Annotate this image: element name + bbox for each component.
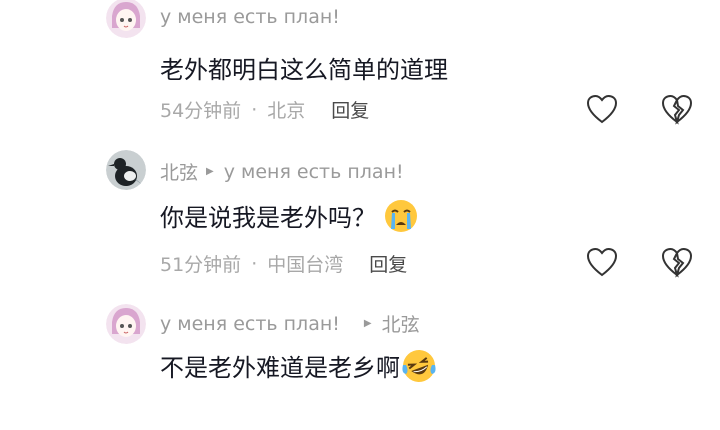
broken-heart-icon[interactable] — [660, 246, 694, 280]
comment-meta: 54分钟前 · 北京 回复 — [160, 96, 369, 123]
comment-item: 北弦 ▶ у меня есть план! 你是说我是老外吗？ 51分钟前 ·… — [0, 150, 720, 280]
comment-header: 北弦 ▶ у меня есть план! — [160, 158, 404, 185]
timestamp: 54分钟前 — [160, 100, 242, 122]
username[interactable]: у меня есть план! — [160, 6, 340, 28]
comment-text-content: 老外都明白这么简单的道理 — [160, 56, 448, 84]
separator-dot: · — [251, 252, 258, 275]
reply-button[interactable]: 回复 — [331, 96, 369, 123]
comment-text-content: 不是老外难道是老乡啊 — [160, 354, 400, 382]
comment-text: 不是老外难道是老乡啊 — [160, 348, 436, 383]
reply-arrow-icon: ▶ — [206, 166, 214, 177]
username[interactable]: 北弦 — [160, 158, 198, 185]
heart-outline-icon[interactable] — [585, 93, 619, 127]
comment-text-content: 你是说我是老外吗？ — [160, 204, 376, 232]
reply-to-username[interactable]: у меня есть план! — [224, 161, 404, 183]
reply-arrow-icon: ▶ — [363, 318, 372, 329]
avatar[interactable] — [106, 150, 146, 190]
comment-header: у меня есть план! ▶ 北弦 — [160, 310, 420, 337]
crying-face-icon — [384, 199, 418, 233]
location: 北京 — [267, 100, 306, 122]
comment-header: у меня есть план! — [160, 6, 340, 28]
timestamp: 51分钟前 — [160, 254, 242, 276]
laughing-tears-face-icon — [402, 349, 436, 383]
avatar[interactable] — [106, 0, 146, 38]
location: 中国台湾 — [267, 254, 344, 276]
comment-text: 你是说我是老外吗？ — [160, 198, 418, 233]
comment-meta: 51分钟前 · 中国台湾 回复 — [160, 250, 407, 277]
avatar[interactable] — [106, 304, 146, 344]
reply-to-username[interactable]: 北弦 — [382, 310, 420, 337]
username[interactable]: у меня есть план! — [160, 313, 340, 335]
reply-button[interactable]: 回复 — [369, 250, 407, 277]
comment-item: у меня есть план! ▶ 北弦 不是老外难道是老乡啊 — [0, 300, 720, 430]
broken-heart-icon[interactable] — [660, 93, 694, 127]
separator-dot: · — [251, 98, 258, 121]
comment-text: 老外都明白这么简单的道理 — [160, 50, 448, 85]
comment-item: у меня есть план! 老外都明白这么简单的道理 54分钟前 · 北… — [0, 0, 720, 130]
heart-outline-icon[interactable] — [585, 246, 619, 280]
